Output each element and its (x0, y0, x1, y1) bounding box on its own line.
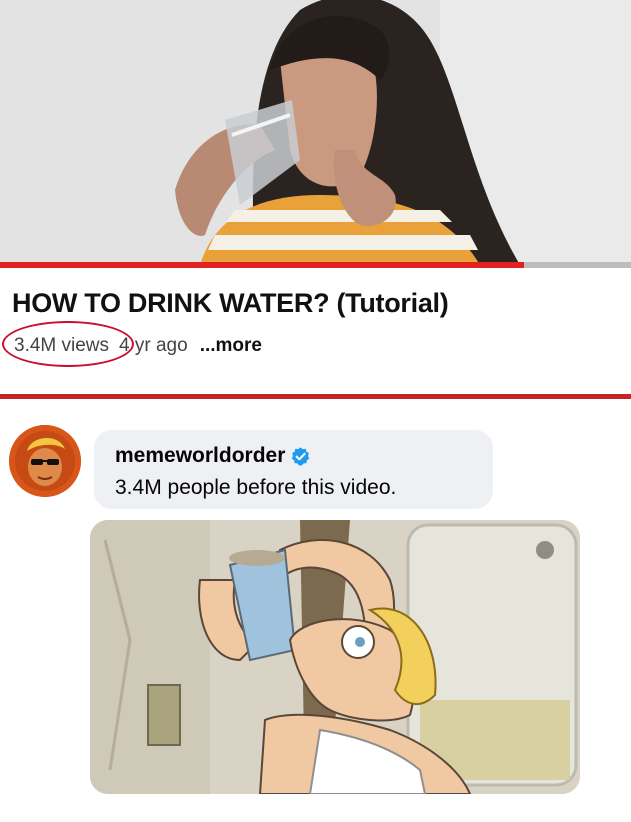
video-meta: 3.4M views 4 yr ago ...more (2, 321, 619, 367)
meme-cartoon-image (90, 520, 580, 794)
video-thumbnail (0, 0, 631, 265)
avatar-icon (9, 425, 81, 497)
more-button[interactable]: ...more (200, 335, 262, 357)
comment-text: 3.4M people before this video. (115, 476, 397, 499)
video-info: HOW TO DRINK WATER? (Tutorial) 3.4M view… (0, 268, 631, 394)
verified-badge-icon (290, 446, 311, 467)
comment-bubble: memeworldorder 3.4M people before this v… (94, 430, 493, 509)
username[interactable]: memeworldorder (115, 444, 285, 468)
comment-image[interactable] (90, 520, 580, 794)
comment: memeworldorder 3.4M people before this v… (0, 399, 631, 822)
video-player[interactable] (0, 0, 631, 265)
annotation-circle (2, 321, 134, 367)
username-row: memeworldorder (115, 444, 477, 468)
views-count-wrapper: 3.4M views (2, 321, 134, 367)
video-title: HOW TO DRINK WATER? (Tutorial) (12, 288, 449, 318)
avatar[interactable] (9, 425, 81, 497)
